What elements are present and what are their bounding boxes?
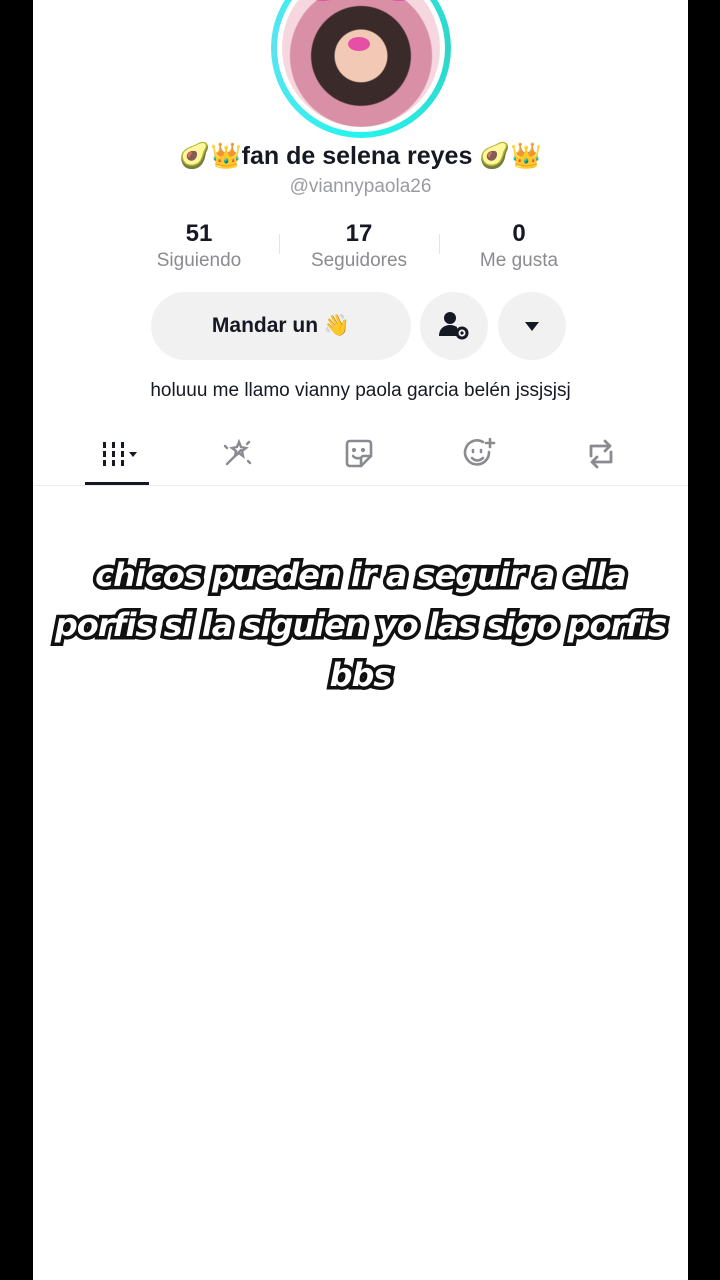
tab-reposts[interactable] [571,432,631,476]
stat-followers-count: 17 [345,220,373,247]
display-name: 🥑👑fan de selena reyes 🥑👑 [179,142,542,170]
videos-grid-icon [103,442,137,466]
stat-following-label: Siguiendo [156,250,242,271]
tab-favorites[interactable] [450,432,510,476]
overlay-caption: chicos pueden ir a seguir a ella porfis … [51,553,670,698]
stat-likes[interactable]: 0 Me gusta [439,218,599,272]
username-handle: @viannypaola26 [289,176,432,197]
filter-ear-right [380,0,418,1]
tab-effects[interactable] [207,432,267,476]
tab-stickers[interactable] [329,432,389,476]
stat-followers[interactable]: 17 Seguidores [279,218,439,272]
avatar-image [277,0,445,132]
filter-ear-left [304,0,342,1]
stat-following-count: 51 [185,220,213,247]
sticker-icon [345,439,373,468]
add-friend-button[interactable] [420,292,488,360]
more-options-button[interactable] [498,292,566,360]
stat-following[interactable]: 51 Siguiendo [119,218,279,272]
stat-likes-label: Me gusta [479,250,559,271]
face-sparkle-icon [463,437,496,466]
user-gear-icon [439,312,469,340]
stat-likes-count: 0 [512,220,526,247]
profile-stats: 51 Siguiendo 17 Seguidores 0 Me gusta [119,218,599,272]
profile-screen: 🥑👑fan de selena reyes 🥑👑 @viannypaola26 … [33,0,688,1280]
sparkle-wand-icon [223,438,252,466]
profile-bio: holuuu me llamo vianny paola garcia belé… [150,380,571,401]
send-message-label: Mandar un 👋 [211,314,351,337]
filter-nose [348,37,370,51]
caret-down-icon [525,322,539,331]
tab-videos[interactable] [87,432,147,476]
avatar[interactable] [271,0,451,138]
active-tab-indicator [85,482,149,485]
stat-followers-label: Seguidores [310,250,408,271]
send-message-button[interactable]: Mandar un 👋 [151,292,411,360]
profile-tabs [33,420,688,486]
repost-icon [589,439,613,469]
